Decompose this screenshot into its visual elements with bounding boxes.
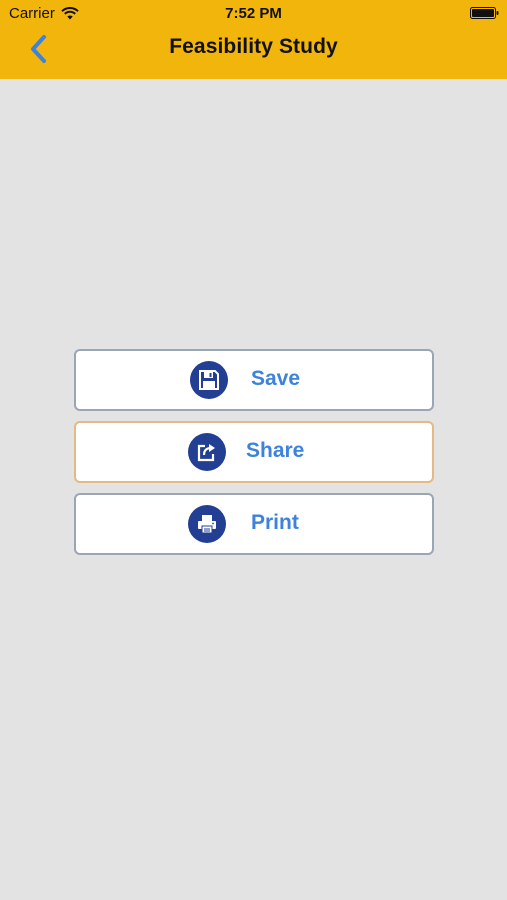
battery-icon <box>470 7 499 19</box>
floppy-disk-icon <box>199 370 219 390</box>
page-title: Feasibility Study <box>169 35 338 58</box>
print-label: Print <box>251 511 299 534</box>
print-icon-badge <box>188 505 226 543</box>
app-header: Carrier 7:52 PM Feasibility Study <box>0 0 507 79</box>
save-label: Save <box>251 367 301 390</box>
share-label: Share <box>246 439 305 462</box>
save-icon-badge <box>190 361 228 399</box>
navigation-bar: Feasibility Study <box>0 28 507 79</box>
share-icon <box>197 444 215 462</box>
printer-icon <box>198 515 216 534</box>
status-bar: Carrier 7:52 PM <box>0 0 507 28</box>
share-button[interactable]: Share <box>74 421 434 483</box>
action-list: Save Share Print <box>74 349 434 565</box>
save-button[interactable]: Save <box>74 349 434 411</box>
share-icon-badge <box>188 433 226 471</box>
clock: 7:52 PM <box>225 5 282 22</box>
print-button[interactable]: Print <box>74 493 434 555</box>
